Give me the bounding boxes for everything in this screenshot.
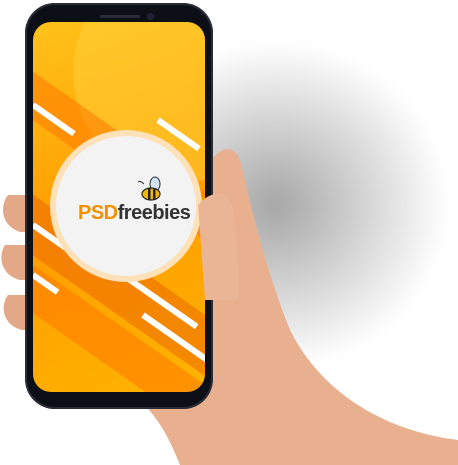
thumb xyxy=(198,193,239,300)
